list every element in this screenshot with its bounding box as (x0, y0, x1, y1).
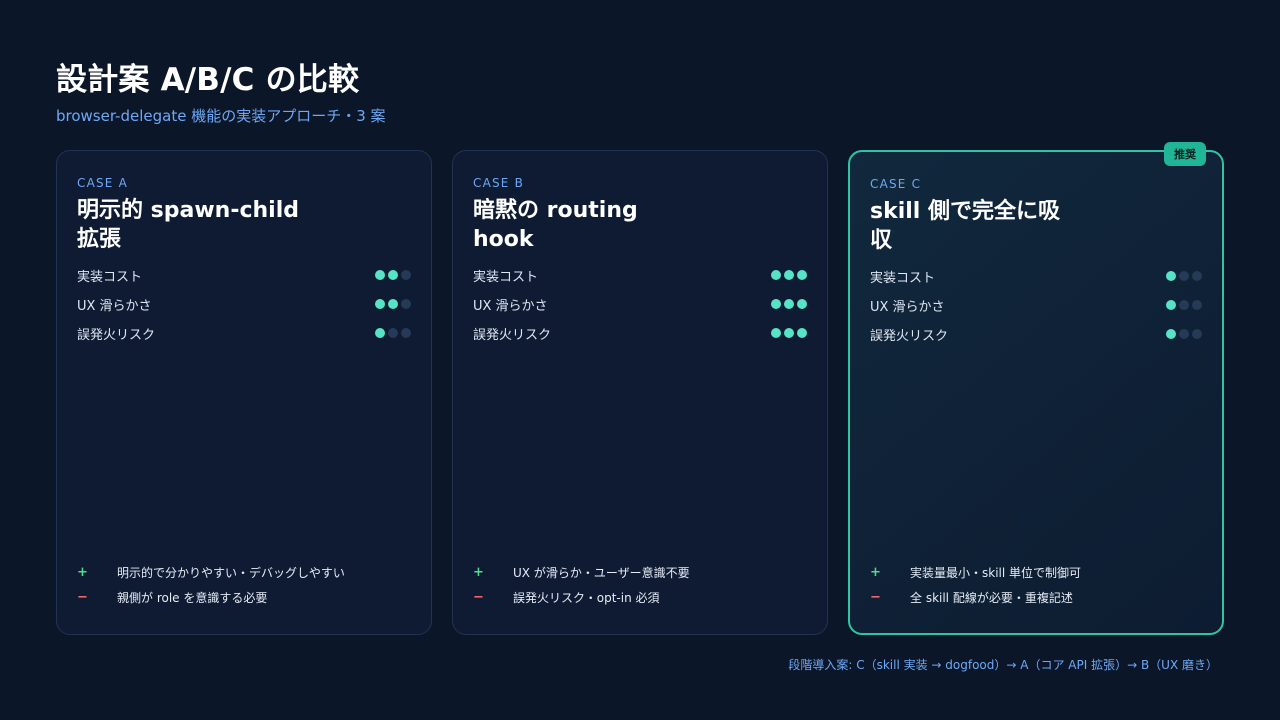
score-dot-empty (1179, 329, 1189, 339)
score-dot-filled (797, 299, 807, 309)
score-dots (1166, 329, 1202, 339)
score-dot-filled (797, 270, 807, 280)
score-dots (1166, 271, 1202, 281)
score-dot-filled (375, 299, 385, 309)
minus-icon: − (473, 589, 484, 605)
score-dot-filled (797, 328, 807, 338)
pro-item: + 明示的で分かりやすい・デバッグしやすい (77, 563, 411, 581)
metric-label: UX 滑らかさ (77, 298, 152, 314)
con-text: 全 skill 配線が必要・重複記述 (910, 590, 1073, 605)
score-dot-filled (388, 299, 398, 309)
con-text: 誤発火リスク・opt-in 必須 (513, 590, 660, 605)
plus-icon: + (473, 564, 484, 580)
score-dot-filled (771, 328, 781, 338)
metric-label: 実装コスト (77, 269, 143, 285)
metric-ux: UX 滑らかさ (77, 295, 411, 314)
metric-label: UX 滑らかさ (473, 298, 548, 314)
case-title: 暗黙の routing hook (473, 198, 638, 252)
score-dot-empty (1192, 329, 1202, 339)
score-dots (771, 299, 807, 309)
metric-cost: 実装コスト (77, 266, 411, 285)
plus-icon: + (77, 564, 88, 580)
case-tag: CASE A (77, 176, 129, 190)
pro-text: UX が滑らか・ユーザー意識不要 (513, 565, 690, 580)
pro-item: + UX が滑らか・ユーザー意識不要 (473, 563, 807, 581)
metric-label: 実装コスト (870, 270, 936, 286)
metric-ux: UX 滑らかさ (870, 296, 1202, 315)
score-dot-empty (388, 328, 398, 338)
case-card-b: CASE B 暗黙の routing hook 実装コスト UX 滑らかさ 誤発… (452, 150, 828, 635)
minus-icon: − (870, 589, 881, 605)
score-dot-empty (1192, 271, 1202, 281)
minus-icon: − (77, 589, 88, 605)
con-item: − 全 skill 配線が必要・重複記述 (870, 588, 1202, 606)
metric-label: UX 滑らかさ (870, 299, 945, 315)
metric-risk: 誤発火リスク (77, 324, 411, 343)
con-text: 親側が role を意識する必要 (117, 590, 268, 605)
score-dot-filled (375, 270, 385, 280)
score-dot-empty (1179, 300, 1189, 310)
case-title: skill 側で完全に吸収 (870, 199, 1061, 253)
metric-risk: 誤発火リスク (473, 324, 807, 343)
score-dot-empty (1192, 300, 1202, 310)
score-dot-filled (784, 270, 794, 280)
score-dot-filled (1166, 329, 1176, 339)
score-dot-filled (771, 270, 781, 280)
rollout-note: 段階導入案: C（skill 実装 → dogfood）→ A（コア API 拡… (788, 658, 1218, 672)
score-dot-filled (1166, 271, 1176, 281)
metric-risk: 誤発火リスク (870, 325, 1202, 344)
score-dot-filled (375, 328, 385, 338)
recommended-badge: 推奨 (1164, 142, 1206, 166)
score-dot-empty (401, 270, 411, 280)
case-card-c: 推奨 CASE C skill 側で完全に吸収 実装コスト UX 滑らかさ 誤発… (848, 142, 1224, 635)
page-subtitle: browser-delegate 機能の実装アプローチ・3 案 (56, 107, 386, 125)
metric-label: 実装コスト (473, 269, 539, 285)
metric-label: 誤発火リスク (473, 327, 552, 343)
case-card-a: CASE A 明示的 spawn-child 拡張 実装コスト UX 滑らかさ … (56, 150, 432, 635)
score-dots (375, 328, 411, 338)
case-title: 明示的 spawn-child 拡張 (77, 198, 299, 252)
page-title: 設計案 A/B/C の比較 (56, 62, 360, 98)
pro-item: + 実装量最小・skill 単位で制御可 (870, 563, 1202, 581)
score-dot-empty (401, 299, 411, 309)
con-item: − 親側が role を意識する必要 (77, 588, 411, 606)
score-dot-filled (771, 299, 781, 309)
con-item: − 誤発火リスク・opt-in 必須 (473, 588, 807, 606)
case-tag: CASE C (870, 177, 922, 191)
score-dots (375, 270, 411, 280)
plus-icon: + (870, 564, 881, 580)
score-dot-filled (784, 328, 794, 338)
pro-text: 明示的で分かりやすい・デバッグしやすい (117, 565, 345, 580)
score-dots (771, 270, 807, 280)
score-dots (771, 328, 807, 338)
metric-label: 誤発火リスク (870, 328, 949, 344)
score-dot-filled (388, 270, 398, 280)
pro-text: 実装量最小・skill 単位で制御可 (910, 565, 1082, 580)
score-dot-filled (1166, 300, 1176, 310)
metric-cost: 実装コスト (870, 267, 1202, 286)
metric-label: 誤発火リスク (77, 327, 156, 343)
score-dot-filled (784, 299, 794, 309)
score-dot-empty (1179, 271, 1189, 281)
score-dot-empty (401, 328, 411, 338)
case-tag: CASE B (473, 176, 525, 190)
metric-ux: UX 滑らかさ (473, 295, 807, 314)
score-dots (375, 299, 411, 309)
score-dots (1166, 300, 1202, 310)
metric-cost: 実装コスト (473, 266, 807, 285)
